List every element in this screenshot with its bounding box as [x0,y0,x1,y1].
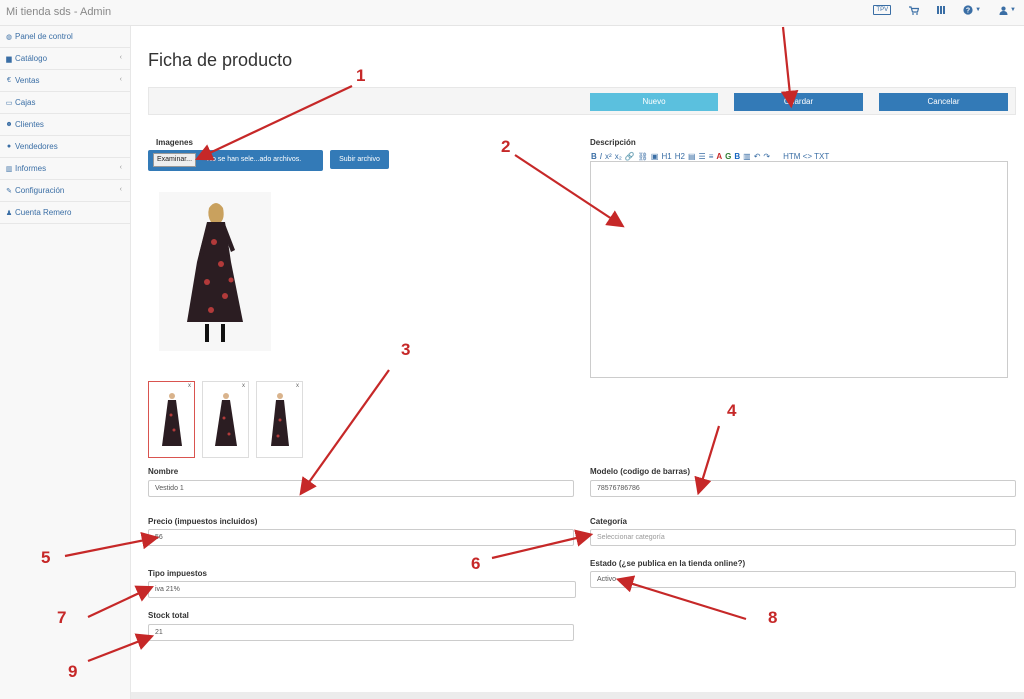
annotation-number-7: 7 [57,608,67,627]
annotation-number-8: 8 [768,608,778,627]
annotation-number-6: 6 [471,554,481,573]
arrow-5 [64,531,160,558]
arrow-4 [694,425,721,496]
annotation-number-4: 4 [727,401,737,420]
arrow-6 [491,529,594,560]
arrow-7 [87,585,154,618]
arrow-2 [514,154,625,228]
arrow-9 [87,633,155,663]
annotation-number-9: 9 [68,662,78,681]
arrow-8 [615,575,747,621]
annotation-arrows [64,26,799,663]
annotation-number-5: 5 [41,548,51,567]
annotation-number-2: 2 [501,137,511,156]
arrow-3 [299,369,390,496]
annotation-number-3: 3 [401,340,411,359]
arrow-save [780,26,799,109]
annotation-number-1: 1 [356,66,366,85]
arrow-1 [195,85,353,161]
